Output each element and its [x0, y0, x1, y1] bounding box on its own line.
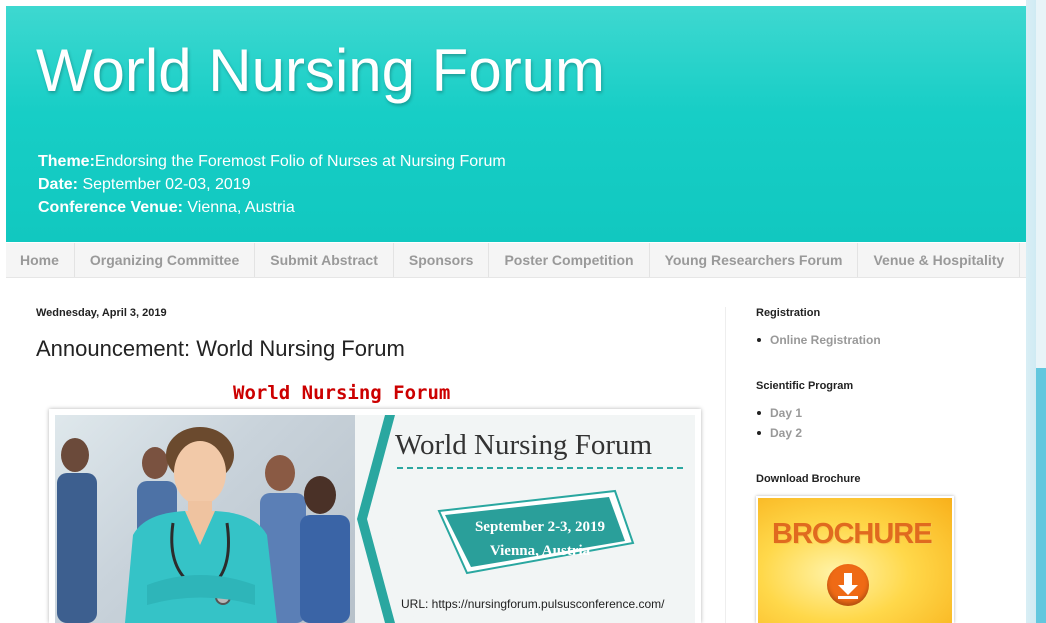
date-row: Date: September 02-03, 2019 [38, 173, 506, 196]
column-divider [725, 307, 726, 623]
scrollbar-thumb[interactable] [1036, 368, 1046, 623]
venue-label: Conference Venue: [38, 199, 183, 216]
venue-row: Conference Venue: Vienna, Austria [38, 196, 506, 219]
nav-item-submit-abstract[interactable]: Submit Abstract [255, 243, 394, 277]
nav-item-venue-hospitality[interactable]: Venue & Hospitality [858, 243, 1021, 277]
theme-value: Endorsing the Foremost Folio of Nurses a… [94, 153, 506, 170]
post-title[interactable]: Announcement: World Nursing Forum [36, 336, 405, 362]
scientific-program-widget-title: Scientific Program [756, 380, 854, 392]
theme-row: Theme:Endorsing the Foremost Folio of Nu… [38, 150, 506, 173]
event-banner[interactable]: World Nursing Forum September 2-3, 2019 … [49, 409, 701, 623]
link-day-1[interactable]: Day 1 [756, 403, 802, 423]
date-label: Date: [38, 176, 79, 193]
banner-dates: September 2-3, 2019 [474, 519, 606, 535]
brochure-image-link[interactable]: BROCHURE [756, 496, 954, 623]
banner-event-details: September 2-3, 2019 Vienna, Austria [440, 515, 640, 563]
nurse-photo-illustration [57, 427, 350, 623]
banner-heading: World Nursing Forum [395, 429, 653, 461]
scrollbar[interactable] [1036, 0, 1046, 623]
date-value: September 02-03, 2019 [78, 176, 251, 193]
download-icon [827, 564, 869, 606]
nav-item-organizing-committee[interactable]: Organizing Committee [75, 243, 256, 277]
brochure-label: BROCHURE [772, 518, 933, 550]
nav-item-poster-competition[interactable]: Poster Competition [489, 243, 650, 277]
main-nav: Home Organizing Committee Submit Abstrac… [6, 243, 1026, 278]
brochure-image: BROCHURE [758, 498, 952, 623]
registration-widget-title: Registration [756, 307, 821, 319]
venue-value: Vienna, Austria [182, 199, 295, 216]
nav-item-young-researchers-forum[interactable]: Young Researchers Forum [650, 243, 859, 277]
site-header: World Nursing Forum Theme:Endorsing the … [6, 6, 1026, 242]
banner-divider [397, 467, 683, 469]
link-day-2[interactable]: Day 2 [756, 423, 802, 443]
post-date: Wednesday, April 3, 2019 [36, 307, 167, 319]
registration-list: Online Registration [756, 330, 881, 350]
banner-location: Vienna, Austria [489, 543, 591, 559]
theme-label: Theme: [38, 153, 95, 170]
banner-caption: World Nursing Forum [233, 382, 451, 404]
nav-item-sponsors[interactable]: Sponsors [394, 243, 490, 277]
scientific-program-list: Day 1 Day 2 [756, 403, 802, 443]
site-title[interactable]: World Nursing Forum [36, 36, 605, 105]
download-brochure-widget-title: Download Brochure [756, 473, 861, 485]
nav-item-home[interactable]: Home [6, 243, 75, 277]
header-info: Theme:Endorsing the Foremost Folio of Nu… [38, 150, 506, 219]
link-online-registration[interactable]: Online Registration [756, 330, 881, 350]
nurse-photo [55, 415, 385, 623]
banner-url: URL: https://nursingforum.pulsusconferen… [401, 597, 665, 611]
event-banner-image: World Nursing Forum September 2-3, 2019 … [55, 415, 695, 623]
